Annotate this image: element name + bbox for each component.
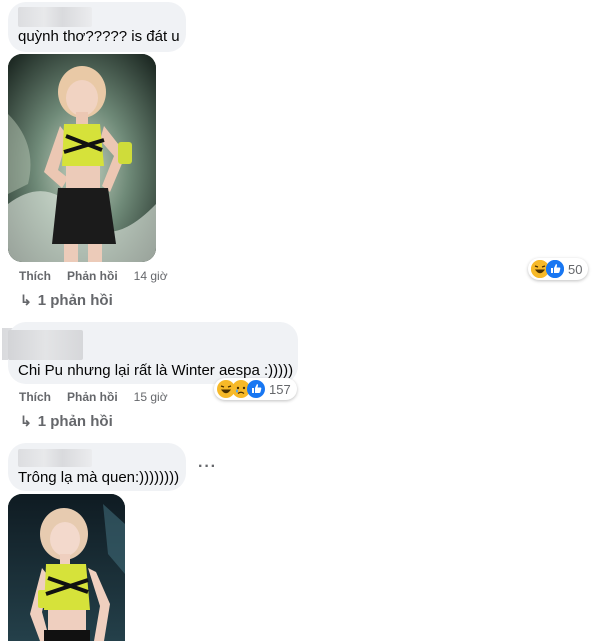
comment-actions: Thích Phản hồi 14 giờ	[19, 269, 168, 283]
comment-photo[interactable]	[8, 494, 125, 641]
more-options-button[interactable]: ···	[198, 458, 217, 476]
view-replies-link[interactable]: ↳ 1 phản hồi	[20, 413, 113, 430]
comment-actions: Thích Phản hồi 15 giờ	[19, 390, 168, 404]
reaction-summary[interactable]: 50	[528, 258, 589, 280]
reaction-summary[interactable]: 157	[214, 378, 297, 400]
like-action[interactable]: Thích	[19, 269, 51, 283]
reaction-count: 157	[269, 381, 291, 397]
author-name-blurred[interactable]	[18, 449, 92, 467]
comment-photo[interactable]	[8, 54, 156, 262]
author-name-blurred[interactable]	[18, 7, 92, 27]
performer-photo-graphic	[8, 494, 125, 641]
timestamp[interactable]: 15 giờ	[134, 390, 168, 404]
like-action[interactable]: Thích	[19, 390, 51, 404]
timestamp[interactable]: 14 giờ	[134, 269, 168, 283]
reply-action[interactable]: Phản hồi	[67, 269, 118, 283]
author-name-blurred[interactable]	[8, 330, 83, 360]
view-replies-link[interactable]: ↳ 1 phản hồi	[20, 292, 113, 309]
replies-count-label: 1 phản hồi	[37, 413, 113, 430]
like-icon	[247, 380, 265, 398]
reply-arrow-icon: ↳	[20, 292, 32, 308]
like-icon	[546, 260, 564, 278]
comment-text: quỳnh thơ????? is đát u	[18, 28, 180, 45]
reaction-count: 50	[568, 261, 583, 277]
performer-photo-graphic	[8, 54, 156, 262]
reply-arrow-icon: ↳	[20, 413, 32, 429]
reply-action[interactable]: Phản hồi	[67, 390, 118, 404]
replies-count-label: 1 phản hồi	[37, 292, 113, 309]
comment-text: Trông lạ mà quen:))))))))	[18, 469, 180, 486]
